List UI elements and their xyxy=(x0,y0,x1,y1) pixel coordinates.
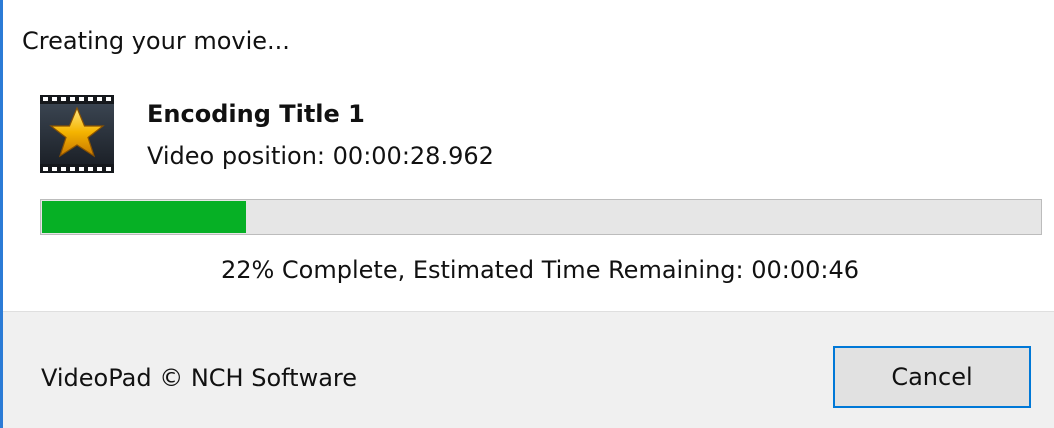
video-position-text: Video position: 00:00:28.962 xyxy=(147,142,494,170)
copyright-text: VideoPad © NCH Software xyxy=(41,364,358,392)
encoding-title: Encoding Title 1 xyxy=(147,100,365,128)
encoding-progress-dialog: Creating your movie... Encoding Title 1 … xyxy=(0,0,1054,428)
progress-status-text: 22% Complete, Estimated Time Remaining: … xyxy=(220,256,860,284)
dialog-footer: VideoPad © NCH Software Cancel xyxy=(3,311,1054,428)
videopad-filmstrip-star-icon xyxy=(40,95,114,173)
progress-bar-fill xyxy=(42,201,246,233)
progress-bar xyxy=(40,199,1042,235)
cancel-button[interactable]: Cancel xyxy=(833,346,1031,408)
dialog-header: Creating your movie... xyxy=(22,27,290,55)
